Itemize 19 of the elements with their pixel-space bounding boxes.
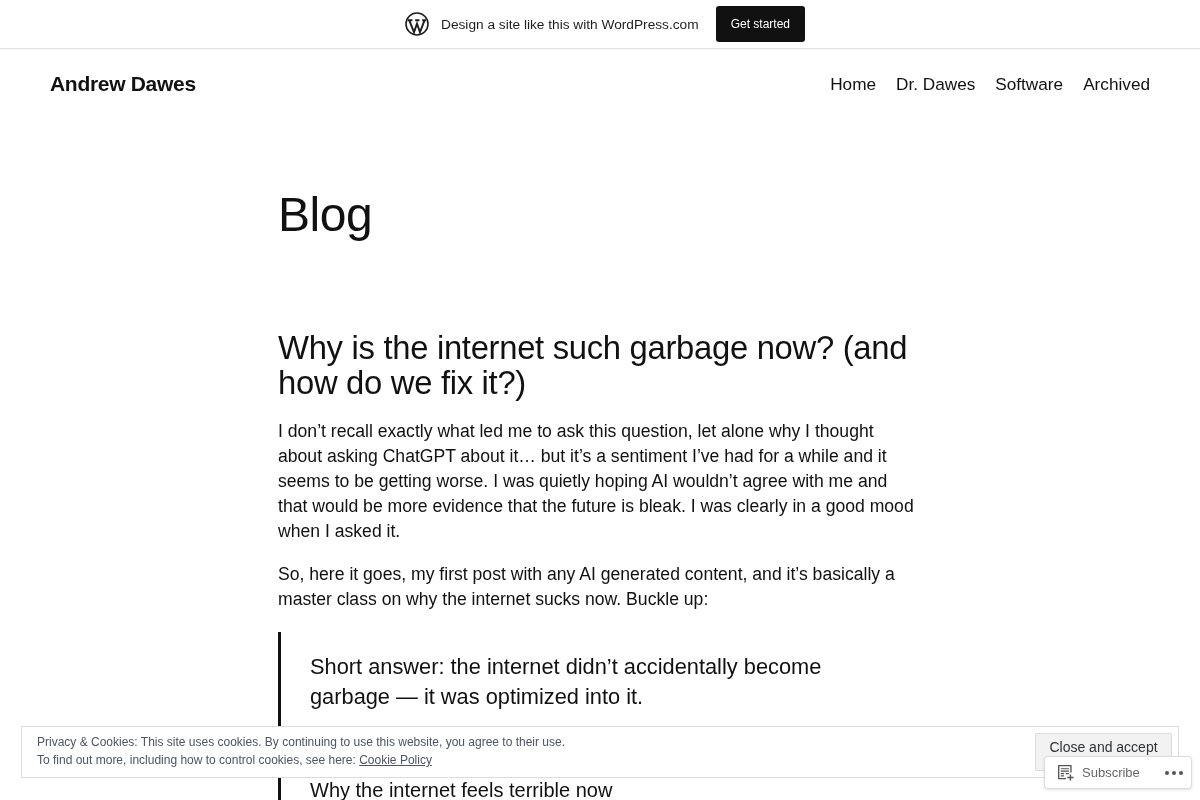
cookie-more-text: To find out more, including how to control cookies, see here: Cookie Policy [37,752,432,769]
nav-link[interactable]: Software [995,73,1064,95]
more-button[interactable] [1165,770,1183,775]
promo-text: Design a site like this with WordPress.com [441,16,699,32]
nav-link[interactable]: Home [830,73,876,95]
more-icon [1165,770,1183,775]
document-plus-icon [1057,764,1074,781]
post-paragraph: I don’t recall exactly what led me to ask this question, let alone why I thought about asking ChatGPT about it… but it’s a sentiment I’ve had for a while and it seems to be getting worse. I was quietly hoping AI wouldn’t agree with me and that would be more evidence that the future is bleak. I was clearly in a good mood when I asked it. [278,420,914,543]
page-title: Blog [278,187,374,243]
nav-link[interactable]: Archived [1083,73,1150,95]
post-title[interactable]: Why is the internet such garbage now? (and how do we fix it?) [278,330,914,400]
cookie-notice-text: Privacy & Cookies: This site uses cookies. By continuing to use this website, you agree to their use. [37,734,566,751]
quote-text: Short answer: the internet didn’t accidentally become garbage — it was optimized into it. [310,653,823,711]
nav-link[interactable]: Dr. Dawes [896,73,976,95]
logo-icon [405,12,429,36]
post-paragraph: So, here it goes, my first post with any AI generated content, and it’s basically a master class on why the internet sucks now. Buckle up: [278,563,896,611]
cookie-policy-link[interactable]: Cookie Policy [359,753,432,767]
get-started-button[interactable]: Get started [715,6,805,42]
site-title[interactable]: Andrew Dawes [50,72,196,96]
